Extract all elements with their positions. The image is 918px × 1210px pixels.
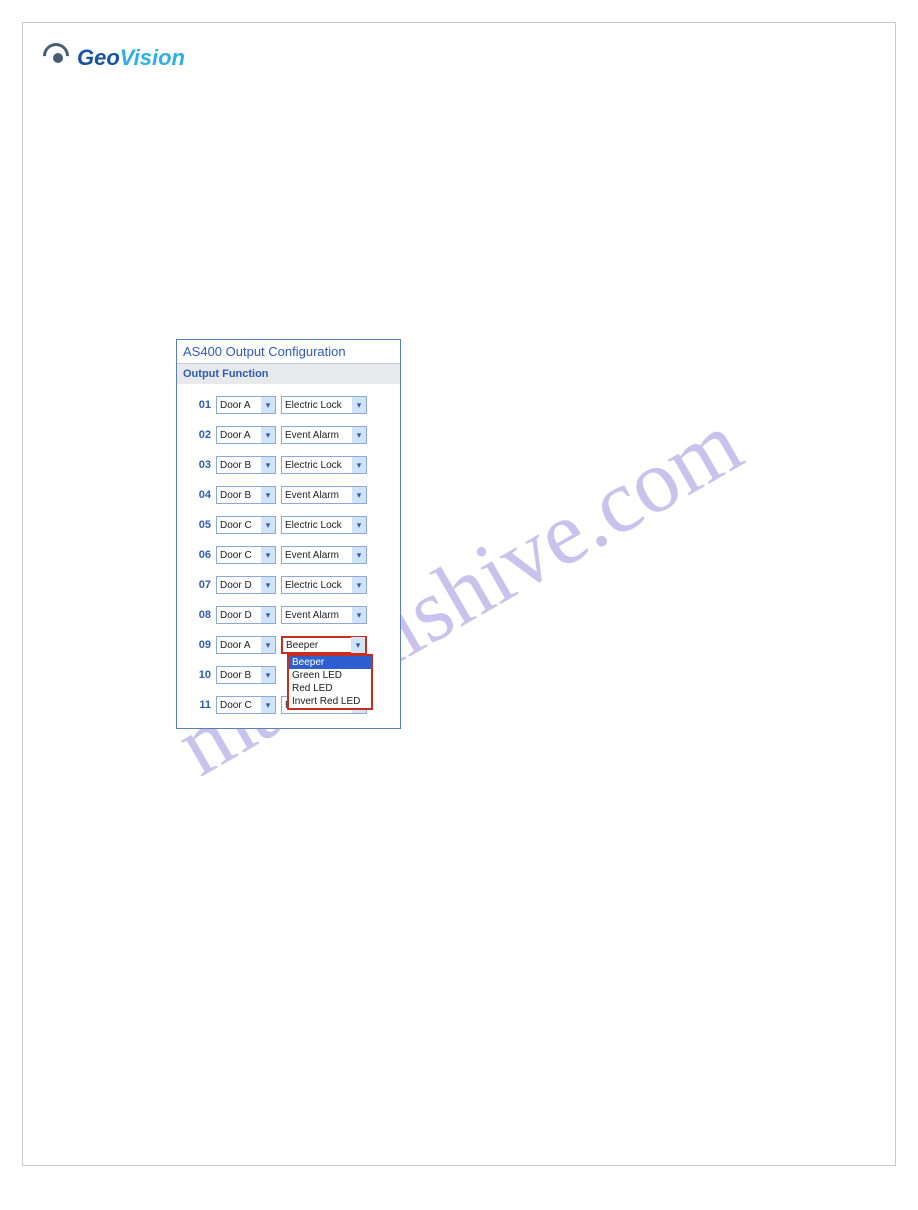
row-number: 08: [189, 609, 211, 621]
door-select[interactable]: Door A ▾: [216, 636, 276, 654]
chevron-down-icon: ▾: [352, 487, 366, 503]
output-row: 04 Door B ▾ Event Alarm ▾: [183, 480, 394, 510]
door-select[interactable]: Door C ▾: [216, 516, 276, 534]
door-select[interactable]: Door A ▾: [216, 396, 276, 414]
function-select-value: Event Alarm: [285, 430, 339, 441]
output-row: 02 Door A ▾ Event Alarm ▾: [183, 420, 394, 450]
function-select-value: Electric Lock: [285, 460, 342, 471]
door-select[interactable]: Door C ▾: [216, 696, 276, 714]
function-select-value: Electric Lock: [285, 580, 342, 591]
door-select[interactable]: Door C ▾: [216, 546, 276, 564]
output-row: 03 Door B ▾ Electric Lock ▾: [183, 450, 394, 480]
output-config-panel: AS400 Output Configuration Output Functi…: [176, 339, 401, 729]
function-select-value: Electric Lock: [285, 400, 342, 411]
door-select[interactable]: Door B ▾: [216, 456, 276, 474]
function-select-value: Event Alarm: [285, 550, 339, 561]
row-number: 06: [189, 549, 211, 561]
panel-subtitle: Output Function: [177, 364, 400, 384]
chevron-down-icon: ▾: [352, 517, 366, 533]
chevron-down-icon: ▾: [261, 397, 275, 413]
door-select-value: Door B: [220, 490, 251, 501]
function-select[interactable]: Electric Lock ▾: [281, 456, 367, 474]
dropdown-option[interactable]: Green LED: [289, 669, 371, 682]
output-rows: 01 Door A ▾ Electric Lock ▾ 02 Door A ▾ Eve…: [177, 384, 400, 728]
function-select[interactable]: Electric Lock ▾: [281, 516, 367, 534]
door-select-value: Door D: [220, 580, 252, 591]
chevron-down-icon: ▾: [351, 637, 365, 653]
function-select-value: Beeper: [286, 640, 318, 651]
chevron-down-icon: ▾: [261, 697, 275, 713]
row-number: 07: [189, 579, 211, 591]
output-row: 08 Door D ▾ Event Alarm ▾: [183, 600, 394, 630]
row-number: 01: [189, 399, 211, 411]
function-select[interactable]: Event Alarm ▾: [281, 486, 367, 504]
door-select-value: Door C: [220, 520, 252, 531]
chevron-down-icon: ▾: [261, 457, 275, 473]
output-row: 06 Door C ▾ Event Alarm ▾: [183, 540, 394, 570]
row-number: 02: [189, 429, 211, 441]
chevron-down-icon: ▾: [261, 607, 275, 623]
door-select[interactable]: Door D ▾: [216, 606, 276, 624]
door-select-value: Door A: [220, 640, 251, 651]
function-select[interactable]: Electric Lock ▾: [281, 396, 367, 414]
door-select[interactable]: Door D ▾: [216, 576, 276, 594]
door-select[interactable]: Door B ▾: [216, 486, 276, 504]
row-number: 09: [189, 639, 211, 651]
dropdown-option[interactable]: Beeper: [289, 656, 371, 669]
chevron-down-icon: ▾: [261, 517, 275, 533]
row-number: 11: [189, 699, 211, 711]
chevron-down-icon: ▾: [261, 487, 275, 503]
output-row: 01 Door A ▾ Electric Lock ▾: [183, 390, 394, 420]
chevron-down-icon: ▾: [352, 397, 366, 413]
dropdown-option[interactable]: Red LED: [289, 682, 371, 695]
door-select-value: Door B: [220, 670, 251, 681]
logo-icon: [43, 43, 73, 73]
document-page: GeoVision manualshive.com AS400 Output C…: [22, 22, 896, 1166]
chevron-down-icon: ▾: [261, 667, 275, 683]
chevron-down-icon: ▾: [352, 547, 366, 563]
function-select[interactable]: Beeper ▾: [281, 636, 367, 654]
output-row: 07 Door D ▾ Electric Lock ▾: [183, 570, 394, 600]
function-select-value: Event Alarm: [285, 490, 339, 501]
function-select[interactable]: Electric Lock ▾: [281, 576, 367, 594]
chevron-down-icon: ▾: [261, 427, 275, 443]
chevron-down-icon: ▾: [352, 607, 366, 623]
door-select-value: Door C: [220, 550, 252, 561]
chevron-down-icon: ▾: [352, 427, 366, 443]
chevron-down-icon: ▾: [261, 637, 275, 653]
function-select-value: Event Alarm: [285, 610, 339, 621]
brand-logo: GeoVision: [43, 43, 185, 73]
function-select[interactable]: Event Alarm ▾: [281, 606, 367, 624]
dropdown-option[interactable]: Invert Red LED: [289, 695, 371, 708]
door-select[interactable]: Door A ▾: [216, 426, 276, 444]
chevron-down-icon: ▾: [261, 547, 275, 563]
door-select-value: Door B: [220, 460, 251, 471]
function-select-value: Electric Lock: [285, 520, 342, 531]
row-number: 10: [189, 669, 211, 681]
logo-vision: Vision: [120, 45, 185, 70]
output-row: 05 Door C ▾ Electric Lock ▾: [183, 510, 394, 540]
row-number: 03: [189, 459, 211, 471]
logo-text: GeoVision: [77, 45, 185, 71]
row-number: 05: [189, 519, 211, 531]
chevron-down-icon: ▾: [352, 457, 366, 473]
door-select[interactable]: Door B ▾: [216, 666, 276, 684]
door-select-value: Door A: [220, 400, 251, 411]
function-select[interactable]: Event Alarm ▾: [281, 546, 367, 564]
function-select[interactable]: Event Alarm ▾: [281, 426, 367, 444]
logo-geo: Geo: [77, 45, 120, 70]
chevron-down-icon: ▾: [352, 577, 366, 593]
door-select-value: Door C: [220, 700, 252, 711]
output-row: 09 Door A▾ Beeper▾ Beeper Green LED Red …: [183, 630, 394, 660]
row-number: 04: [189, 489, 211, 501]
door-select-value: Door D: [220, 610, 252, 621]
door-select-value: Door A: [220, 430, 251, 441]
function-dropdown[interactable]: Beeper Green LED Red LED Invert Red LED: [287, 654, 373, 710]
chevron-down-icon: ▾: [261, 577, 275, 593]
panel-title: AS400 Output Configuration: [177, 340, 400, 364]
